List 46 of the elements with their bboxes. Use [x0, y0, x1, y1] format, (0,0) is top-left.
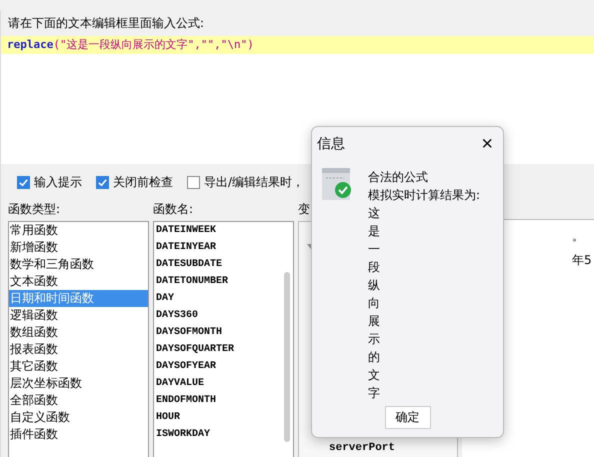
- close-button[interactable]: ×: [477, 134, 497, 154]
- category-item[interactable]: 插件函数: [9, 426, 148, 443]
- checkbox-label: 导出/编辑结果时，: [204, 174, 304, 191]
- function-item[interactable]: ENDOFMONTH: [154, 392, 293, 409]
- checkbox[interactable]: [17, 176, 30, 189]
- category-item[interactable]: 自定义函数: [9, 409, 148, 426]
- category-item[interactable]: 报表函数: [9, 341, 148, 358]
- function-item[interactable]: DATETONUMBER: [154, 273, 293, 290]
- variable-title: 变: [298, 201, 310, 218]
- function-item[interactable]: DAYS360: [154, 307, 293, 324]
- ok-button[interactable]: 确定: [384, 406, 430, 429]
- function-item[interactable]: DATEINYEAR: [154, 239, 293, 256]
- checkbox[interactable]: [96, 176, 109, 189]
- category-item[interactable]: 全部函数: [9, 392, 148, 409]
- category-item[interactable]: 文本函数: [9, 273, 148, 290]
- function-item[interactable]: DAYSOFMONTH: [154, 324, 293, 341]
- function-item[interactable]: HOUR: [154, 409, 293, 426]
- result-text: 这是一段纵向展示的文字: [368, 205, 380, 402]
- variable-item[interactable]: serverPort: [329, 442, 457, 454]
- editor-label: 请在下面的文本编辑框里面输入公式:: [8, 15, 206, 32]
- checkbox-label: 输入提示: [34, 174, 82, 191]
- function-item[interactable]: DAYSOFQUARTER: [154, 341, 293, 358]
- function-item[interactable]: DATESUBDATE: [154, 256, 293, 273]
- function-item[interactable]: DAYVALUE: [154, 375, 293, 392]
- category-item[interactable]: 数组函数: [9, 324, 148, 341]
- dialog-message: 模拟实时计算结果为:: [368, 187, 480, 204]
- checkbox-label: 关闭前检查: [113, 174, 173, 191]
- document-check-icon: [322, 168, 352, 200]
- function-item[interactable]: DAY: [154, 290, 293, 307]
- category-item[interactable]: 数学和三角函数: [9, 256, 148, 273]
- category-item[interactable]: 其它函数: [9, 358, 148, 375]
- category-title: 函数类型:: [8, 201, 60, 218]
- dialog-message: 合法的公式: [368, 169, 429, 186]
- function-item[interactable]: DATEINWEEK: [154, 222, 293, 239]
- function-title: 函数名:: [153, 201, 194, 218]
- category-item[interactable]: 逻辑函数: [9, 307, 148, 324]
- category-item[interactable]: 常用函数: [9, 222, 148, 239]
- function-item[interactable]: ISWORKDAY: [154, 426, 293, 443]
- checkbox[interactable]: [187, 176, 200, 189]
- function-item[interactable]: DAYSOFYEAR: [154, 358, 293, 375]
- category-item[interactable]: 新增函数: [9, 239, 148, 256]
- dialog-title: 信息: [317, 135, 345, 153]
- scrollbar-thumb[interactable]: [284, 272, 290, 442]
- category-item[interactable]: 层次坐标函数: [9, 375, 148, 392]
- description-text: 年5: [572, 252, 592, 269]
- description-text: 。: [572, 228, 585, 245]
